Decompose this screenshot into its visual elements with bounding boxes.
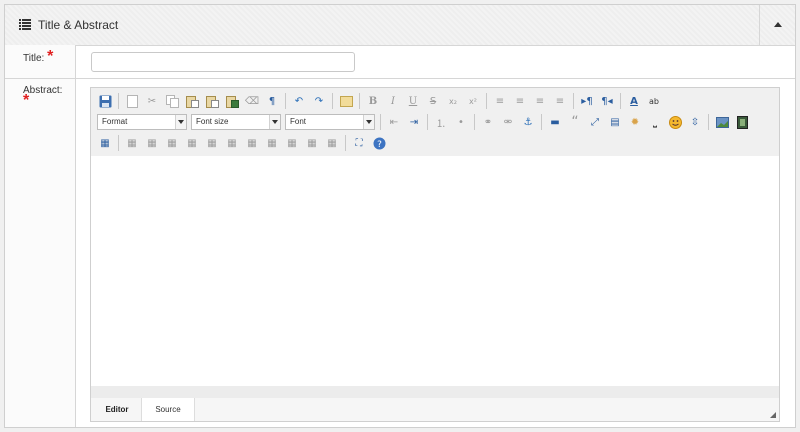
delete-row-icon[interactable]: ▦: [164, 135, 180, 151]
delete-table-icon[interactable]: ▦: [284, 135, 300, 151]
subscript-icon[interactable]: x₂: [445, 93, 461, 109]
align-justify-icon[interactable]: ≡: [552, 93, 568, 109]
font-dropdown[interactable]: Font: [285, 114, 375, 130]
title-abstract-panel: Title & Abstract Title: * Abstract: * ✂: [4, 4, 796, 428]
horizontal-rule-icon[interactable]: ▬: [547, 114, 563, 130]
bulleted-list-icon[interactable]: •: [453, 114, 469, 130]
fullscreen-icon[interactable]: ⛶: [351, 135, 367, 151]
strikethrough-icon[interactable]: S: [425, 93, 441, 109]
required-marker: *: [47, 48, 54, 65]
delete-col-icon[interactable]: ▦: [224, 135, 240, 151]
outdent-icon[interactable]: ⇤: [386, 114, 402, 130]
special-char-icon[interactable]: ✹: [627, 114, 643, 130]
copy-icon[interactable]: [164, 93, 180, 109]
row-divider: [5, 78, 795, 79]
panel-title: Title & Abstract: [38, 18, 119, 32]
paragraph-icon[interactable]: ¶: [264, 93, 280, 109]
merge-cells-icon[interactable]: ▦: [264, 135, 280, 151]
list-icon: [19, 19, 31, 30]
indent-icon[interactable]: ⇥: [406, 114, 422, 130]
anchor-icon[interactable]: ⚓: [520, 114, 536, 130]
format-dropdown[interactable]: Format: [97, 114, 187, 130]
rtl-icon[interactable]: ¶◂: [599, 93, 615, 109]
required-marker: *: [23, 92, 30, 109]
paste-icon[interactable]: [184, 93, 200, 109]
editor-toolbar: ✂ ⌫ ¶ ↶ ↷ B I U S x₂ x² ≡ ≡ ≡ ≡ ▸¶ ¶◂ A …: [91, 88, 779, 157]
insert-col-after-icon[interactable]: ▦: [204, 135, 220, 151]
cell-properties-icon[interactable]: ▦: [304, 135, 320, 151]
spellcheck-icon[interactable]: ab: [646, 93, 662, 109]
text-color-icon[interactable]: A: [626, 93, 642, 109]
abstract-label: Abstract: *: [23, 85, 63, 109]
rich-text-editor: ✂ ⌫ ¶ ↶ ↷ B I U S x₂ x² ≡ ≡ ≡ ≡ ▸¶ ¶◂ A …: [90, 87, 780, 422]
table-properties-icon[interactable]: ▦: [97, 135, 113, 151]
title-label: Title: *: [23, 48, 54, 65]
insert-row-after-icon[interactable]: ▦: [144, 135, 160, 151]
editor-content-area[interactable]: [91, 156, 779, 386]
numbered-list-icon[interactable]: ⒈: [433, 114, 449, 130]
link-icon[interactable]: ⚭: [480, 114, 496, 130]
maximize-icon[interactable]: ⤢: [587, 114, 603, 130]
tab-editor[interactable]: Editor: [97, 398, 137, 421]
image-icon[interactable]: [714, 114, 730, 130]
chevron-down-icon: [363, 115, 374, 129]
insert-row-before-icon[interactable]: ▦: [124, 135, 140, 151]
collapse-button[interactable]: [759, 5, 795, 45]
tab-source[interactable]: Source: [141, 398, 195, 421]
new-page-icon[interactable]: [124, 93, 140, 109]
caret-up-icon: [774, 22, 782, 27]
show-blocks-icon[interactable]: ▤: [607, 114, 623, 130]
template-icon[interactable]: [338, 93, 354, 109]
video-icon[interactable]: [734, 114, 750, 130]
bold-icon[interactable]: B: [365, 93, 381, 109]
editor-status-bar: [91, 386, 779, 398]
eraser-icon[interactable]: ⌫: [244, 93, 260, 109]
panel-header: Title & Abstract: [5, 5, 795, 46]
align-center-icon[interactable]: ≡: [512, 93, 528, 109]
chevron-down-icon: [269, 115, 280, 129]
font-size-dropdown[interactable]: Font size: [191, 114, 281, 130]
italic-icon[interactable]: I: [385, 93, 401, 109]
redo-icon[interactable]: ↷: [311, 93, 327, 109]
chevron-down-icon: [175, 115, 186, 129]
paste-word-icon[interactable]: [224, 93, 240, 109]
unlink-icon[interactable]: ⚮: [500, 114, 516, 130]
align-left-icon[interactable]: ≡: [492, 93, 508, 109]
smiley-icon[interactable]: [667, 114, 683, 130]
paste-text-icon[interactable]: [204, 93, 220, 109]
underline-icon[interactable]: U: [405, 93, 421, 109]
ltr-icon[interactable]: ▸¶: [579, 93, 595, 109]
undo-icon[interactable]: ↶: [291, 93, 307, 109]
cut-icon[interactable]: ✂: [144, 93, 160, 109]
help-icon[interactable]: ?: [371, 135, 387, 151]
page-break-icon[interactable]: ⎵: [647, 114, 663, 130]
save-icon[interactable]: [97, 93, 113, 109]
title-input[interactable]: [91, 52, 355, 72]
svg-text:?: ?: [377, 140, 382, 150]
blockquote-icon[interactable]: “: [567, 114, 583, 130]
split-cell-icon[interactable]: ▦: [244, 135, 260, 151]
resize-grip-icon[interactable]: [770, 412, 776, 418]
editor-tabs: Editor Source: [91, 398, 779, 421]
row-properties-icon[interactable]: ▦: [324, 135, 340, 151]
align-right-icon[interactable]: ≡: [532, 93, 548, 109]
iframe-icon[interactable]: ⇳: [687, 114, 703, 130]
superscript-icon[interactable]: x²: [465, 93, 481, 109]
insert-col-before-icon[interactable]: ▦: [184, 135, 200, 151]
